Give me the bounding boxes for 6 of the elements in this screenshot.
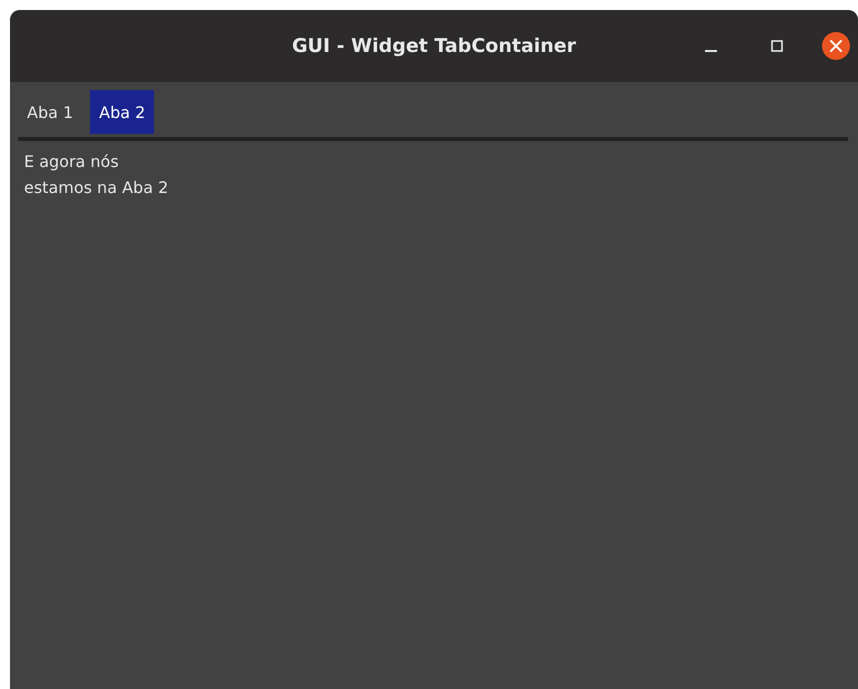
- close-icon[interactable]: [822, 32, 850, 60]
- window-title: GUI - Widget TabContainer: [292, 35, 576, 57]
- tab[interactable]: Aba 2: [90, 90, 154, 134]
- tab[interactable]: Aba 1: [18, 90, 82, 134]
- maximize-icon[interactable]: [770, 39, 784, 53]
- content-label: E agora nós estamos na Aba 2: [23, 151, 170, 199]
